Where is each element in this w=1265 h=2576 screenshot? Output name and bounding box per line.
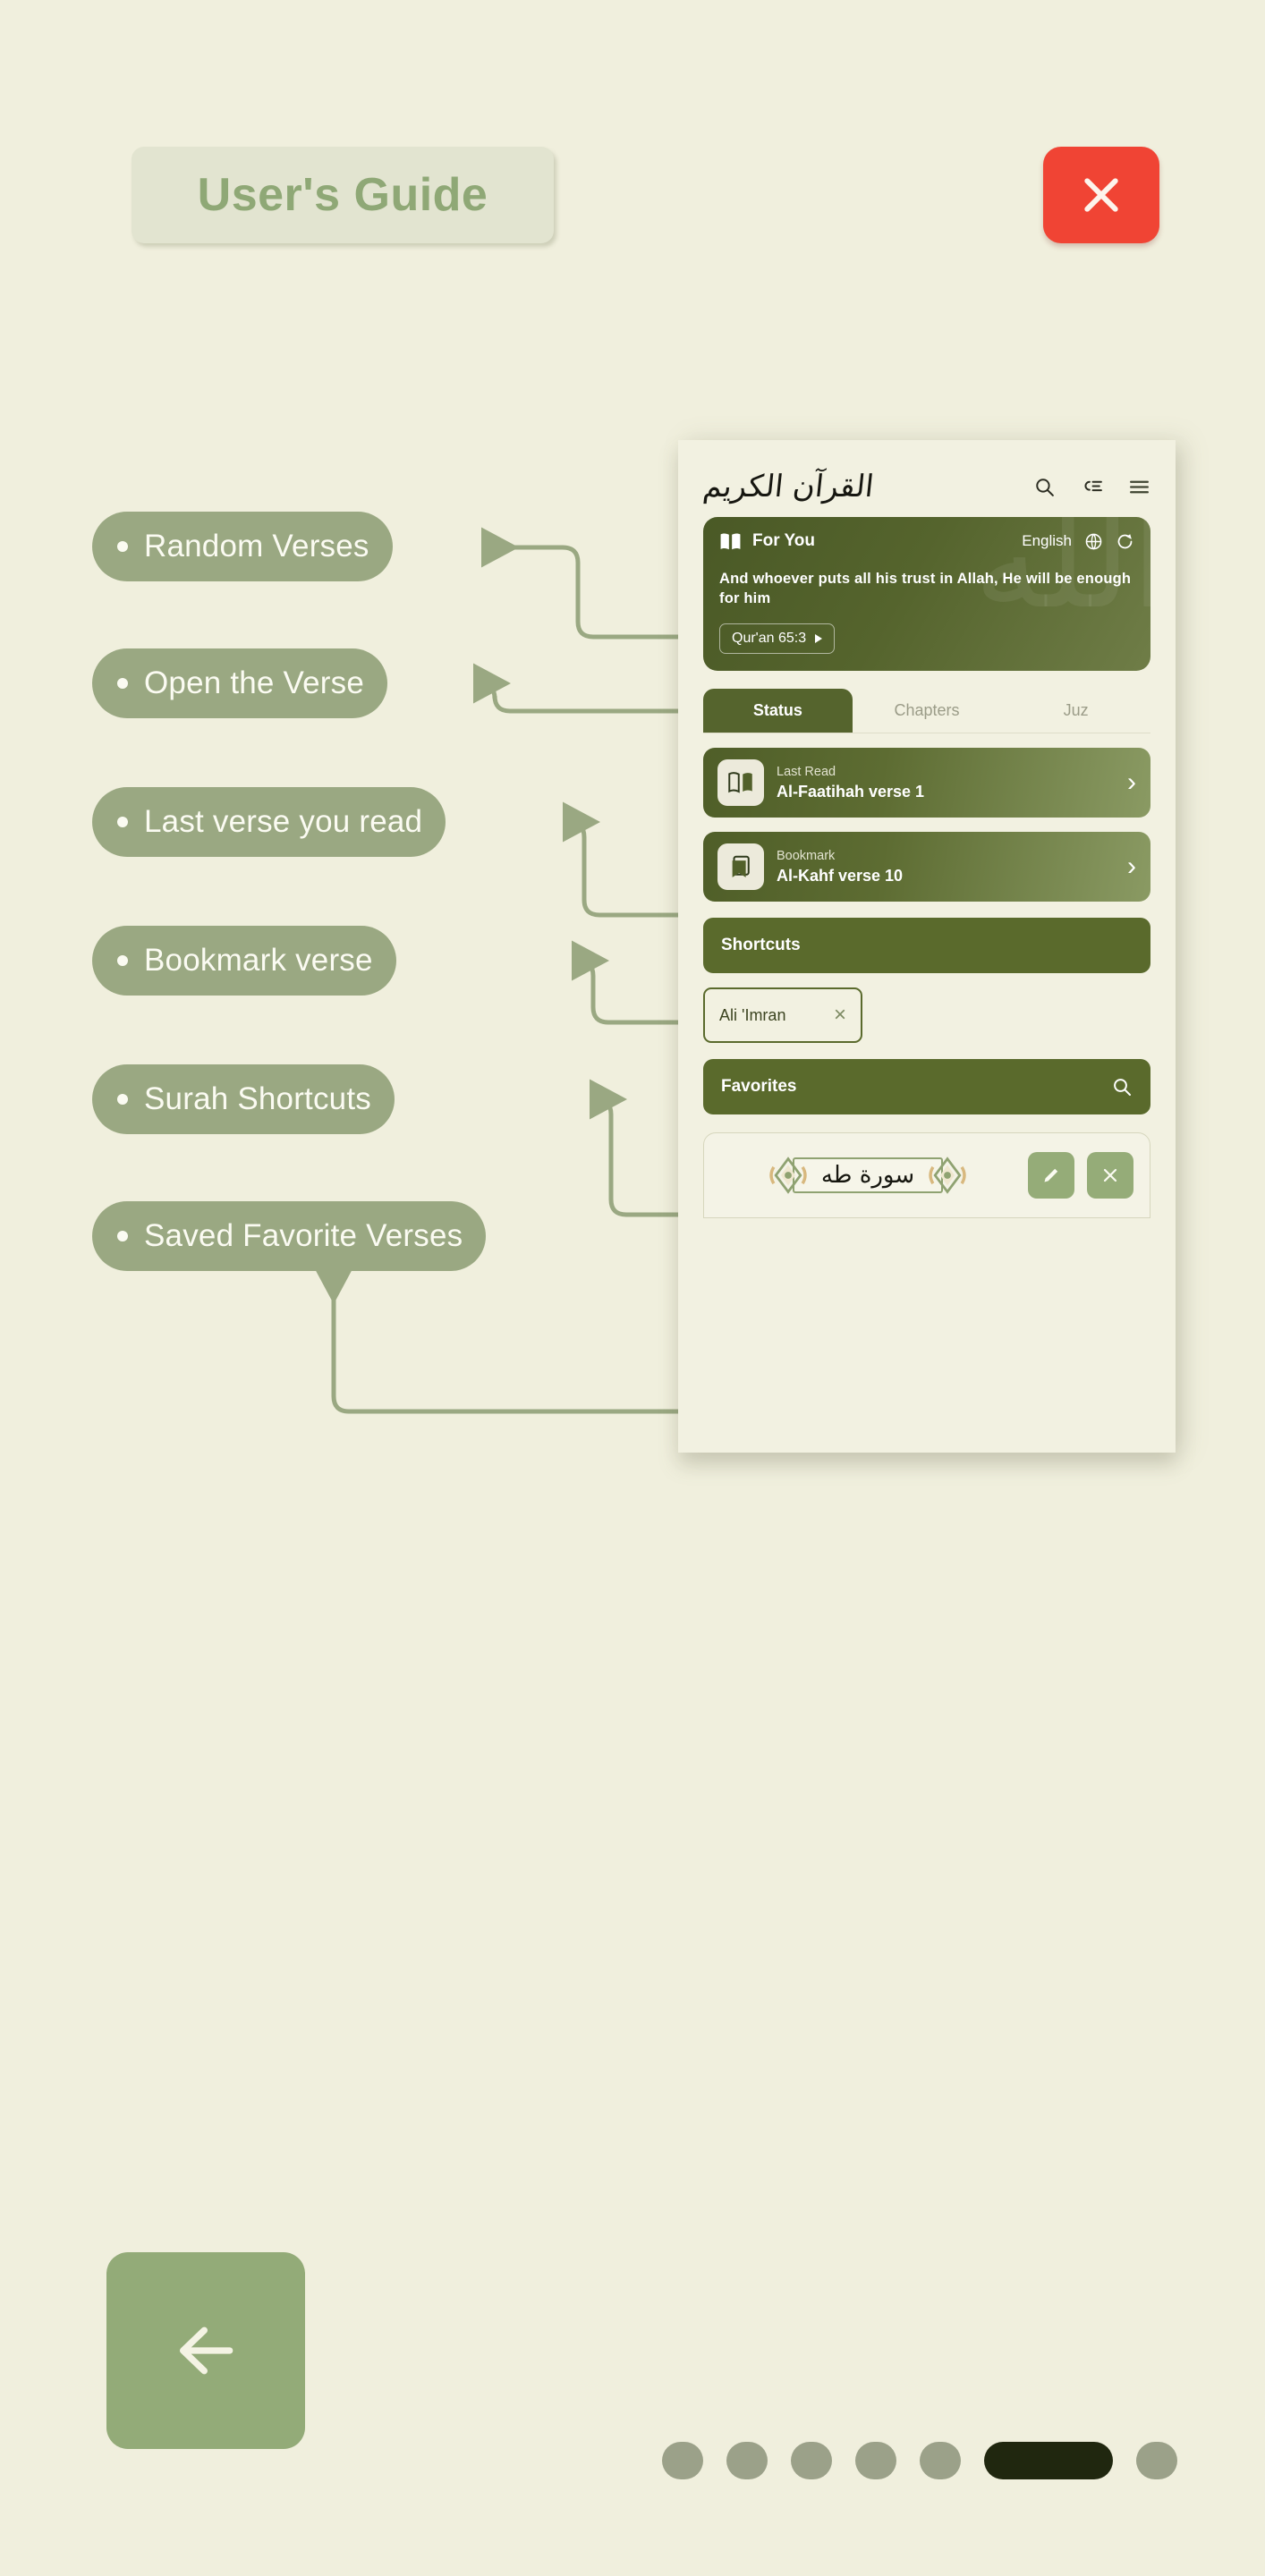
guide-screen: User's Guide Random Verses Open the Vers… bbox=[0, 0, 1265, 2576]
globe-icon[interactable] bbox=[1084, 532, 1103, 551]
callout-label: Open the Verse bbox=[144, 665, 365, 700]
app-bar: القرآن الكريم bbox=[700, 440, 1150, 517]
pagination-dot[interactable] bbox=[662, 2442, 703, 2479]
shortcuts-title: Shortcuts bbox=[721, 936, 801, 954]
verse-reference-button[interactable]: Qur'an 65:3 bbox=[719, 623, 836, 654]
edit-favorite-button[interactable] bbox=[1028, 1152, 1074, 1199]
refresh-icon[interactable] bbox=[1116, 532, 1134, 551]
callout-bookmark-verse[interactable]: Bookmark verse bbox=[92, 926, 396, 996]
for-you-card[interactable]: الله For You English And whoever puts al… bbox=[703, 517, 1150, 671]
back-button[interactable] bbox=[106, 2252, 305, 2449]
bullet-icon bbox=[117, 541, 128, 552]
tab-juz[interactable]: Juz bbox=[1001, 689, 1150, 733]
surah-banner: سورة طه bbox=[720, 1148, 1015, 1202]
chevron-right-icon: › bbox=[1127, 852, 1136, 881]
content-tabs: Status Chapters Juz bbox=[703, 689, 1150, 733]
favorites-section-header[interactable]: Favorites bbox=[703, 1059, 1150, 1114]
chevron-right-icon: › bbox=[1127, 767, 1136, 797]
callout-open-the-verse[interactable]: Open the Verse bbox=[92, 648, 388, 718]
for-you-title: For You bbox=[752, 531, 816, 550]
language-label[interactable]: English bbox=[1022, 532, 1072, 550]
phone-preview: القرآن الكريم الله For You English And w… bbox=[678, 440, 1176, 1453]
close-icon bbox=[1103, 1168, 1117, 1182]
bookmark-label: Bookmark bbox=[777, 848, 836, 863]
shortcut-chip-ali-imran[interactable]: Ali 'Imran × bbox=[703, 987, 862, 1043]
bullet-icon bbox=[117, 817, 128, 827]
callout-label: Last verse you read bbox=[144, 804, 423, 839]
bookmark-thumb bbox=[717, 843, 764, 890]
search-icon[interactable] bbox=[1033, 476, 1056, 498]
bookmark-card[interactable]: Bookmark Al-Kahf verse 10 › bbox=[703, 832, 1150, 902]
open-book-icon bbox=[720, 532, 741, 549]
last-read-label: Last Read bbox=[777, 764, 836, 779]
last-read-thumb bbox=[717, 759, 764, 806]
delete-favorite-button[interactable] bbox=[1087, 1152, 1133, 1199]
bookmark-icon bbox=[732, 855, 750, 877]
shortcut-chip-row: Ali 'Imran × bbox=[703, 987, 1150, 1043]
pagination-dot[interactable] bbox=[1136, 2442, 1177, 2479]
bullet-icon bbox=[117, 1094, 128, 1105]
callout-saved-favorite-verses[interactable]: Saved Favorite Verses bbox=[92, 1201, 487, 1271]
bullet-icon bbox=[117, 678, 128, 689]
callout-label: Saved Favorite Verses bbox=[144, 1218, 463, 1253]
pagination-dot[interactable] bbox=[920, 2442, 961, 2479]
callout-label: Bookmark verse bbox=[144, 943, 373, 978]
bookmark-value: Al-Kahf verse 10 bbox=[777, 867, 904, 885]
last-read-value: Al-Faatihah verse 1 bbox=[777, 783, 925, 801]
verse-reference-label: Qur'an 65:3 bbox=[732, 630, 807, 646]
shortcut-chip-label: Ali 'Imran bbox=[719, 1005, 786, 1024]
ornament-icon bbox=[769, 1157, 807, 1194]
bullet-icon bbox=[117, 955, 128, 966]
pagination-dot[interactable] bbox=[791, 2442, 832, 2479]
close-icon[interactable]: × bbox=[834, 1004, 846, 1026]
callout-label: Surah Shortcuts bbox=[144, 1081, 371, 1116]
callout-last-verse-you-read[interactable]: Last verse you read bbox=[92, 787, 446, 857]
sort-list-icon[interactable] bbox=[1081, 476, 1103, 498]
pagination-dot[interactable] bbox=[726, 2442, 768, 2479]
pagination-dot-active[interactable] bbox=[984, 2442, 1113, 2479]
tab-chapters[interactable]: Chapters bbox=[853, 689, 1002, 733]
pagination bbox=[662, 2442, 1177, 2479]
pagination-dot[interactable] bbox=[855, 2442, 896, 2479]
tab-status[interactable]: Status bbox=[703, 689, 853, 733]
play-arrow-icon bbox=[815, 633, 823, 643]
surah-name-arabic: سورة طه bbox=[820, 1161, 915, 1189]
quran-logo: القرآن الكريم bbox=[700, 469, 876, 504]
search-icon[interactable] bbox=[1111, 1076, 1133, 1097]
callout-random-verses[interactable]: Random Verses bbox=[92, 512, 393, 581]
hamburger-menu-icon[interactable] bbox=[1128, 476, 1150, 498]
favorite-item[interactable]: سورة طه bbox=[703, 1132, 1150, 1218]
bullet-icon bbox=[117, 1231, 128, 1241]
open-book-icon bbox=[728, 772, 752, 793]
callout-surah-shortcuts[interactable]: Surah Shortcuts bbox=[92, 1064, 395, 1134]
last-read-card[interactable]: Last Read Al-Faatihah verse 1 › bbox=[703, 748, 1150, 818]
shortcuts-section-header[interactable]: Shortcuts bbox=[703, 918, 1150, 973]
for-you-verse: And whoever puts all his trust in Allah,… bbox=[719, 571, 1132, 607]
callout-label: Random Verses bbox=[144, 529, 369, 564]
ornament-icon bbox=[929, 1157, 966, 1194]
favorites-title: Favorites bbox=[721, 1077, 797, 1096]
arrow-left-icon bbox=[180, 2326, 233, 2375]
pencil-icon bbox=[1044, 1168, 1058, 1182]
